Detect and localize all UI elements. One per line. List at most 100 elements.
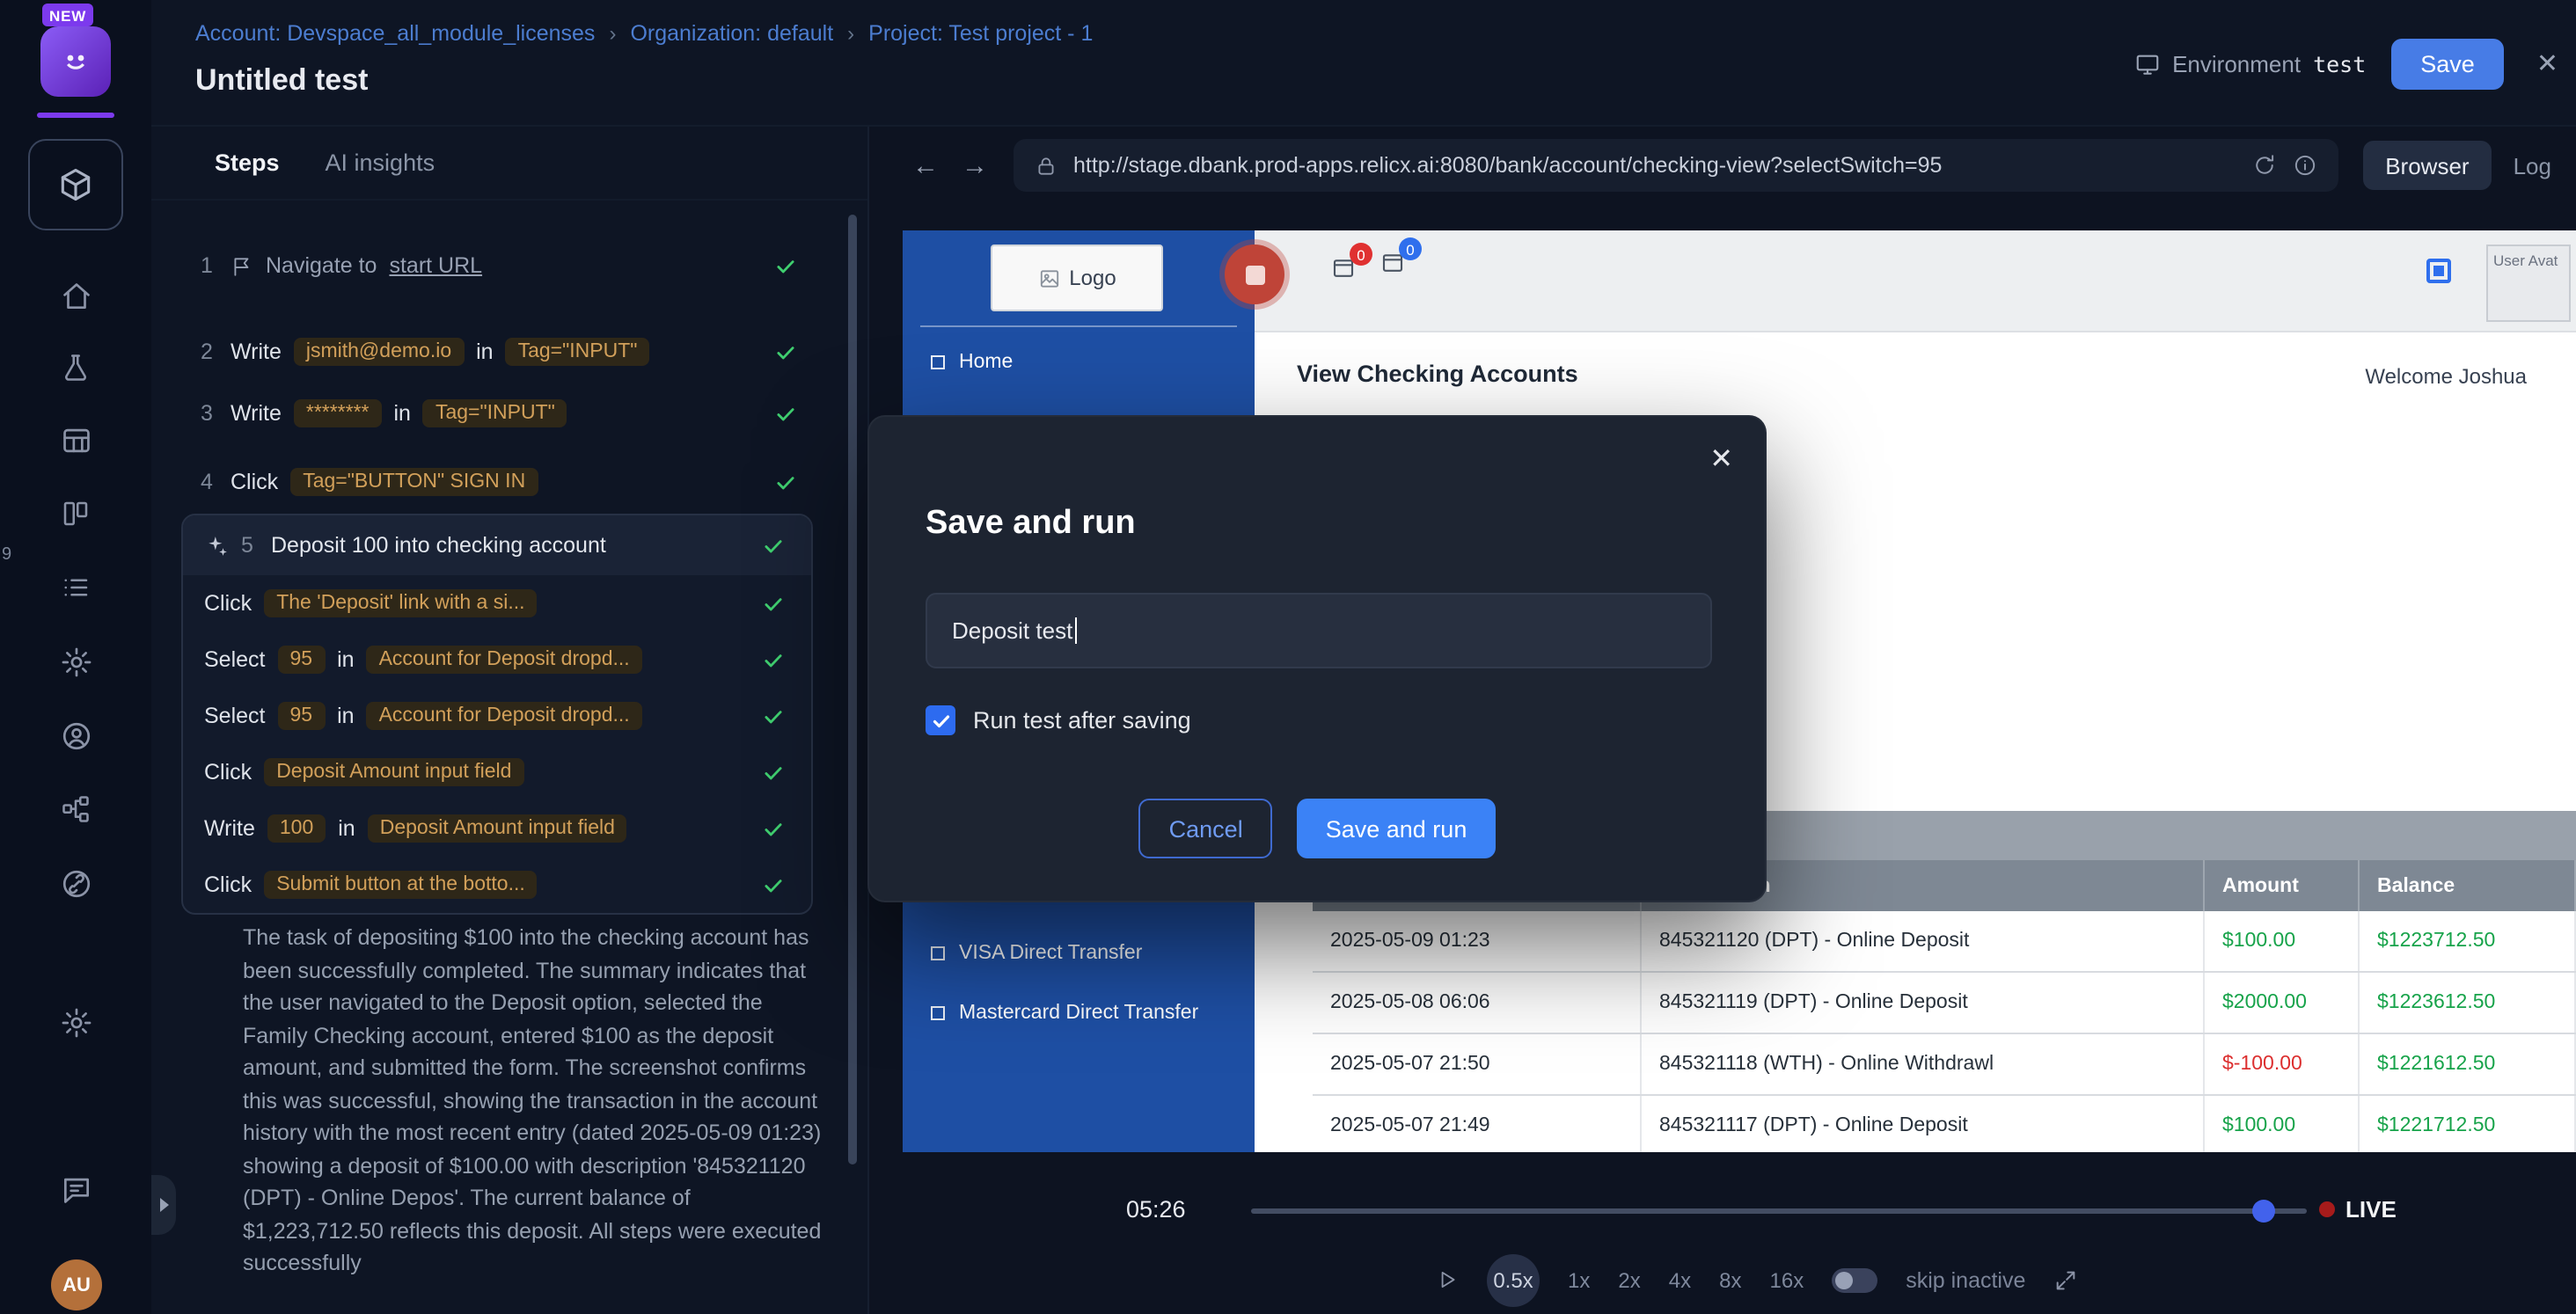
breadcrumb-organization[interactable]: Organization: default (630, 21, 833, 46)
tab-steps[interactable]: Steps (215, 150, 280, 176)
sidebar-item-home[interactable] (0, 269, 151, 322)
sidebar-item-workflows[interactable] (0, 783, 151, 836)
breadcrumb-project[interactable]: Project: Test project - 1 (868, 21, 1093, 46)
panel-collapse-handle[interactable] (151, 1175, 176, 1235)
sidebar-item-config[interactable] (0, 635, 151, 688)
sidebar-item-users[interactable] (0, 709, 151, 762)
start-url-link[interactable]: start URL (389, 253, 482, 278)
selector-chip[interactable]: Submit button at the botto... (264, 871, 538, 899)
sub-step-row[interactable]: Select 95 in Account for Deposit dropd..… (183, 631, 811, 688)
step-row-5[interactable]: 5 Deposit 100 into checking account (183, 515, 811, 575)
table-row[interactable]: 2025-05-08 06:06 845321119 (DPT) - Onlin… (1313, 973, 2576, 1034)
table-row[interactable]: 2025-05-07 21:49 845321117 (DPT) - Onlin… (1313, 1096, 2576, 1152)
tab-log[interactable]: Log (2514, 152, 2551, 179)
sub-step-row[interactable]: Click The 'Deposit' link with a si... (183, 575, 811, 631)
step-row-2[interactable]: 2 Write jsmith@demo.io in Tag="INPUT" (151, 327, 867, 376)
sidebar-item-runs[interactable] (0, 561, 151, 614)
back-button[interactable]: ← (901, 150, 950, 180)
cube-icon (56, 165, 95, 204)
bank-nav-visa-transfer[interactable]: VISA Direct Transfer (903, 931, 1255, 976)
test-name-input[interactable]: Deposit test (926, 593, 1712, 668)
info-icon[interactable] (2292, 153, 2316, 178)
value-chip[interactable]: 95 (278, 646, 326, 674)
save-button[interactable]: Save (2390, 38, 2505, 89)
modal-close-icon[interactable]: ✕ (1709, 442, 1733, 477)
bank-nav-mastercard-transfer[interactable]: Mastercard Direct Transfer (903, 990, 1255, 1036)
rail-item-project[interactable] (28, 139, 123, 230)
run-after-saving-checkbox[interactable] (926, 705, 955, 735)
refresh-icon[interactable] (2251, 153, 2276, 178)
sidebar-item-feedback[interactable] (0, 1163, 151, 1215)
sidebar-item-settings[interactable] (0, 996, 151, 1048)
forward-button[interactable]: → (950, 150, 999, 180)
value-chip[interactable]: 100 (267, 814, 326, 843)
sidebar-item-integrations[interactable] (0, 857, 151, 909)
selector-chip[interactable]: Deposit Amount input field (264, 758, 523, 786)
selector-chip[interactable]: Tag="INPUT" (423, 399, 567, 427)
selector-chip[interactable]: The 'Deposit' link with a si... (264, 589, 537, 617)
speed-2x[interactable]: 2x (1618, 1267, 1640, 1292)
cancel-button[interactable]: Cancel (1139, 799, 1273, 858)
bank-user-avatar[interactable]: User Avat (2486, 245, 2571, 322)
step-row-4[interactable]: 4 Click Tag="BUTTON" SIGN IN (151, 457, 867, 507)
sub-step-row[interactable]: Select 95 in Account for Deposit dropd..… (183, 688, 811, 744)
sub-step-row[interactable]: Write 100 in Deposit Amount input field (183, 800, 811, 857)
breadcrumb-account[interactable]: Account: Devspace_all_module_licenses (195, 21, 595, 46)
sub-step-row[interactable]: Click Submit button at the botto... (183, 857, 811, 913)
save-and-run-button[interactable]: Save and run (1298, 799, 1496, 858)
chat-icon (59, 1172, 92, 1206)
speed-0-5x[interactable]: 0.5x (1487, 1253, 1540, 1306)
selector-chip[interactable]: Tag="INPUT" (506, 338, 650, 366)
notification-window-1[interactable]: 0 (1330, 255, 1358, 283)
url-text: http://stage.dbank.prod-apps.relicx.ai:8… (1073, 153, 2236, 178)
lock-icon (1035, 154, 1057, 177)
step-connector: in (337, 647, 354, 672)
bank-nav-home[interactable]: Home (903, 339, 1255, 385)
timeline-track[interactable] (1251, 1208, 2307, 1214)
tab-ai-insights[interactable]: AI insights (326, 150, 435, 176)
selector-chip[interactable]: Account for Deposit dropd... (367, 702, 642, 730)
page-title: Untitled test (195, 63, 368, 99)
record-stop-button[interactable] (1225, 245, 1284, 304)
playhead[interactable] (2252, 1200, 2275, 1223)
table-row[interactable]: 2025-05-07 21:50 845321118 (WTH) - Onlin… (1313, 1034, 2576, 1096)
expand-icon[interactable] (2053, 1267, 2078, 1292)
sidebar-item-boards[interactable] (0, 487, 151, 540)
step-row-1[interactable]: 1 Navigate to start URL (151, 241, 867, 290)
selector-chip[interactable]: Tag="BUTTON" SIGN IN (290, 468, 538, 496)
speed-1x[interactable]: 1x (1568, 1267, 1590, 1292)
sub-step-row[interactable]: Click Deposit Amount input field (183, 744, 811, 800)
value-chip[interactable]: jsmith@demo.io (294, 338, 464, 366)
table-row[interactable]: 2025-05-09 01:23 845321120 (DPT) - Onlin… (1313, 911, 2576, 973)
value-chip[interactable]: 95 (278, 702, 326, 730)
selector-chip[interactable]: Deposit Amount input field (368, 814, 627, 843)
transactions-table: Date Description Amount Balance 2025-05-… (1313, 860, 2576, 1152)
sidebar-item-tests[interactable] (0, 341, 151, 394)
url-bar[interactable]: http://stage.dbank.prod-apps.relicx.ai:8… (1014, 139, 2338, 192)
notification-window-2[interactable]: 0 (1379, 250, 1408, 278)
speed-8x[interactable]: 8x (1719, 1267, 1741, 1292)
broken-image-icon (1037, 266, 1060, 289)
play-button[interactable] (1436, 1268, 1459, 1291)
sidebar-item-suites[interactable] (0, 413, 151, 466)
breadcrumb: Account: Devspace_all_module_licenses › … (195, 21, 1093, 46)
value-chip[interactable]: ******** (294, 399, 382, 427)
step-row-3[interactable]: 3 Write ******** in Tag="INPUT" (151, 389, 867, 438)
environment-selector[interactable]: Environment test (2133, 50, 2366, 77)
close-icon[interactable]: ✕ (2529, 47, 2565, 79)
skip-inactive-toggle[interactable] (1832, 1267, 1877, 1292)
selector-chip[interactable]: Account for Deposit dropd... (367, 646, 642, 674)
select-element-icon[interactable] (2426, 259, 2451, 283)
speed-16x[interactable]: 16x (1770, 1267, 1804, 1292)
settings-gear-icon (59, 1005, 92, 1039)
user-avatar[interactable]: AU (51, 1259, 102, 1310)
check-icon (762, 704, 785, 727)
app-logo[interactable] (40, 26, 111, 97)
tab-browser[interactable]: Browser (2362, 141, 2492, 190)
step-action: Click (204, 872, 252, 897)
speed-4x[interactable]: 4x (1669, 1267, 1691, 1292)
step-action: Select (204, 704, 266, 728)
nav-bullet-icon (931, 1006, 945, 1020)
check-icon (762, 761, 785, 784)
logo-underline (37, 113, 114, 118)
